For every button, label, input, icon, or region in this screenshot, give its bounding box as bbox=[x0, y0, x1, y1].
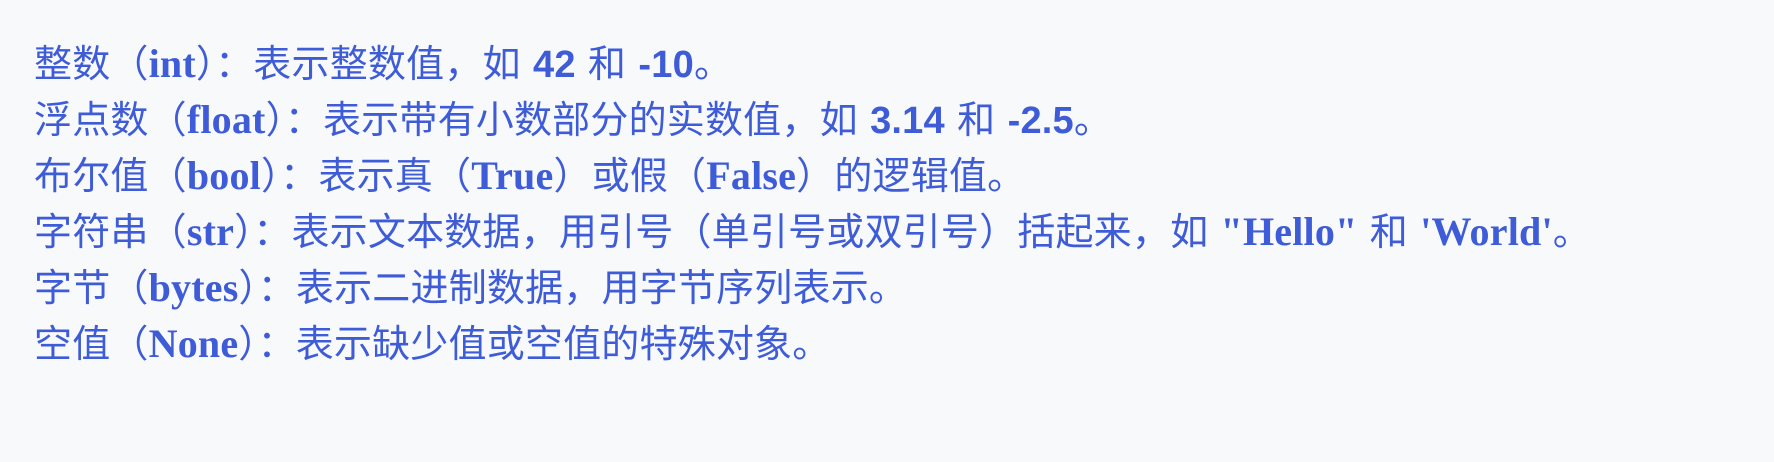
example-value: 3.14 bbox=[870, 100, 945, 142]
item-text: ）：表示文本数据，用引号（单引号或双引号）括起来，如 bbox=[234, 210, 1221, 254]
example-value: False bbox=[706, 153, 797, 198]
item-text: 。 bbox=[1073, 98, 1113, 142]
type-name: str bbox=[186, 209, 235, 254]
item-text: ）：表示缺少值或空值的特殊对象。 bbox=[238, 322, 831, 366]
item-text: 空值（ bbox=[34, 322, 149, 366]
type-name: bool bbox=[186, 153, 261, 198]
item-text: 和 bbox=[1357, 210, 1421, 254]
list-item-float: 浮点数（float）：表示带有小数部分的实数值，如 3.14 和 -2.5。 bbox=[34, 92, 1754, 148]
item-text: 整数（ bbox=[34, 42, 149, 86]
item-text: 。 bbox=[693, 42, 733, 86]
example-value: True bbox=[471, 153, 554, 198]
type-name: int bbox=[148, 41, 196, 86]
type-name: bytes bbox=[148, 265, 239, 310]
list-item-none: 空值（None）：表示缺少值或空值的特殊对象。 bbox=[34, 316, 1754, 372]
item-text: ）：表示二进制数据，用字节序列表示。 bbox=[238, 266, 908, 310]
example-value: 42 bbox=[532, 44, 576, 86]
example-value: "Hello" bbox=[1220, 209, 1358, 254]
item-text: ）：表示真（ bbox=[260, 154, 472, 198]
list-item-bytes: 字节（bytes）：表示二进制数据，用字节序列表示。 bbox=[34, 260, 1754, 316]
item-text: 和 bbox=[575, 42, 639, 86]
list-item-str: 字符串（str）：表示文本数据，用引号（单引号或双引号）括起来，如 "Hello… bbox=[34, 204, 1754, 260]
item-text: ）的逻辑值。 bbox=[796, 154, 1026, 198]
example-value: 'World' bbox=[1420, 209, 1553, 254]
item-text: 浮点数（ bbox=[34, 98, 187, 142]
item-text: 布尔值（ bbox=[34, 154, 187, 198]
list-item-bool: 布尔值（bool）：表示真（True）或假（False）的逻辑值。 bbox=[34, 148, 1754, 204]
item-text: ）：表示整数值，如 bbox=[195, 42, 533, 86]
list-item-int: 整数（int）：表示整数值，如 42 和 -10。 bbox=[34, 36, 1754, 92]
item-text: 字节（ bbox=[34, 266, 149, 310]
item-text: ）：表示带有小数部分的实数值，如 bbox=[265, 98, 871, 142]
item-text: 字符串（ bbox=[34, 210, 187, 254]
example-value: -10 bbox=[638, 44, 694, 86]
item-text: 和 bbox=[944, 98, 1008, 142]
type-name: None bbox=[148, 321, 239, 366]
type-name: float bbox=[186, 97, 266, 142]
data-types-list: 整数（int）：表示整数值，如 42 和 -10。 浮点数（float）：表示带… bbox=[34, 36, 1754, 372]
item-text: ）或假（ bbox=[553, 154, 707, 198]
example-value: -2.5 bbox=[1007, 100, 1074, 142]
item-text: 。 bbox=[1552, 210, 1591, 254]
